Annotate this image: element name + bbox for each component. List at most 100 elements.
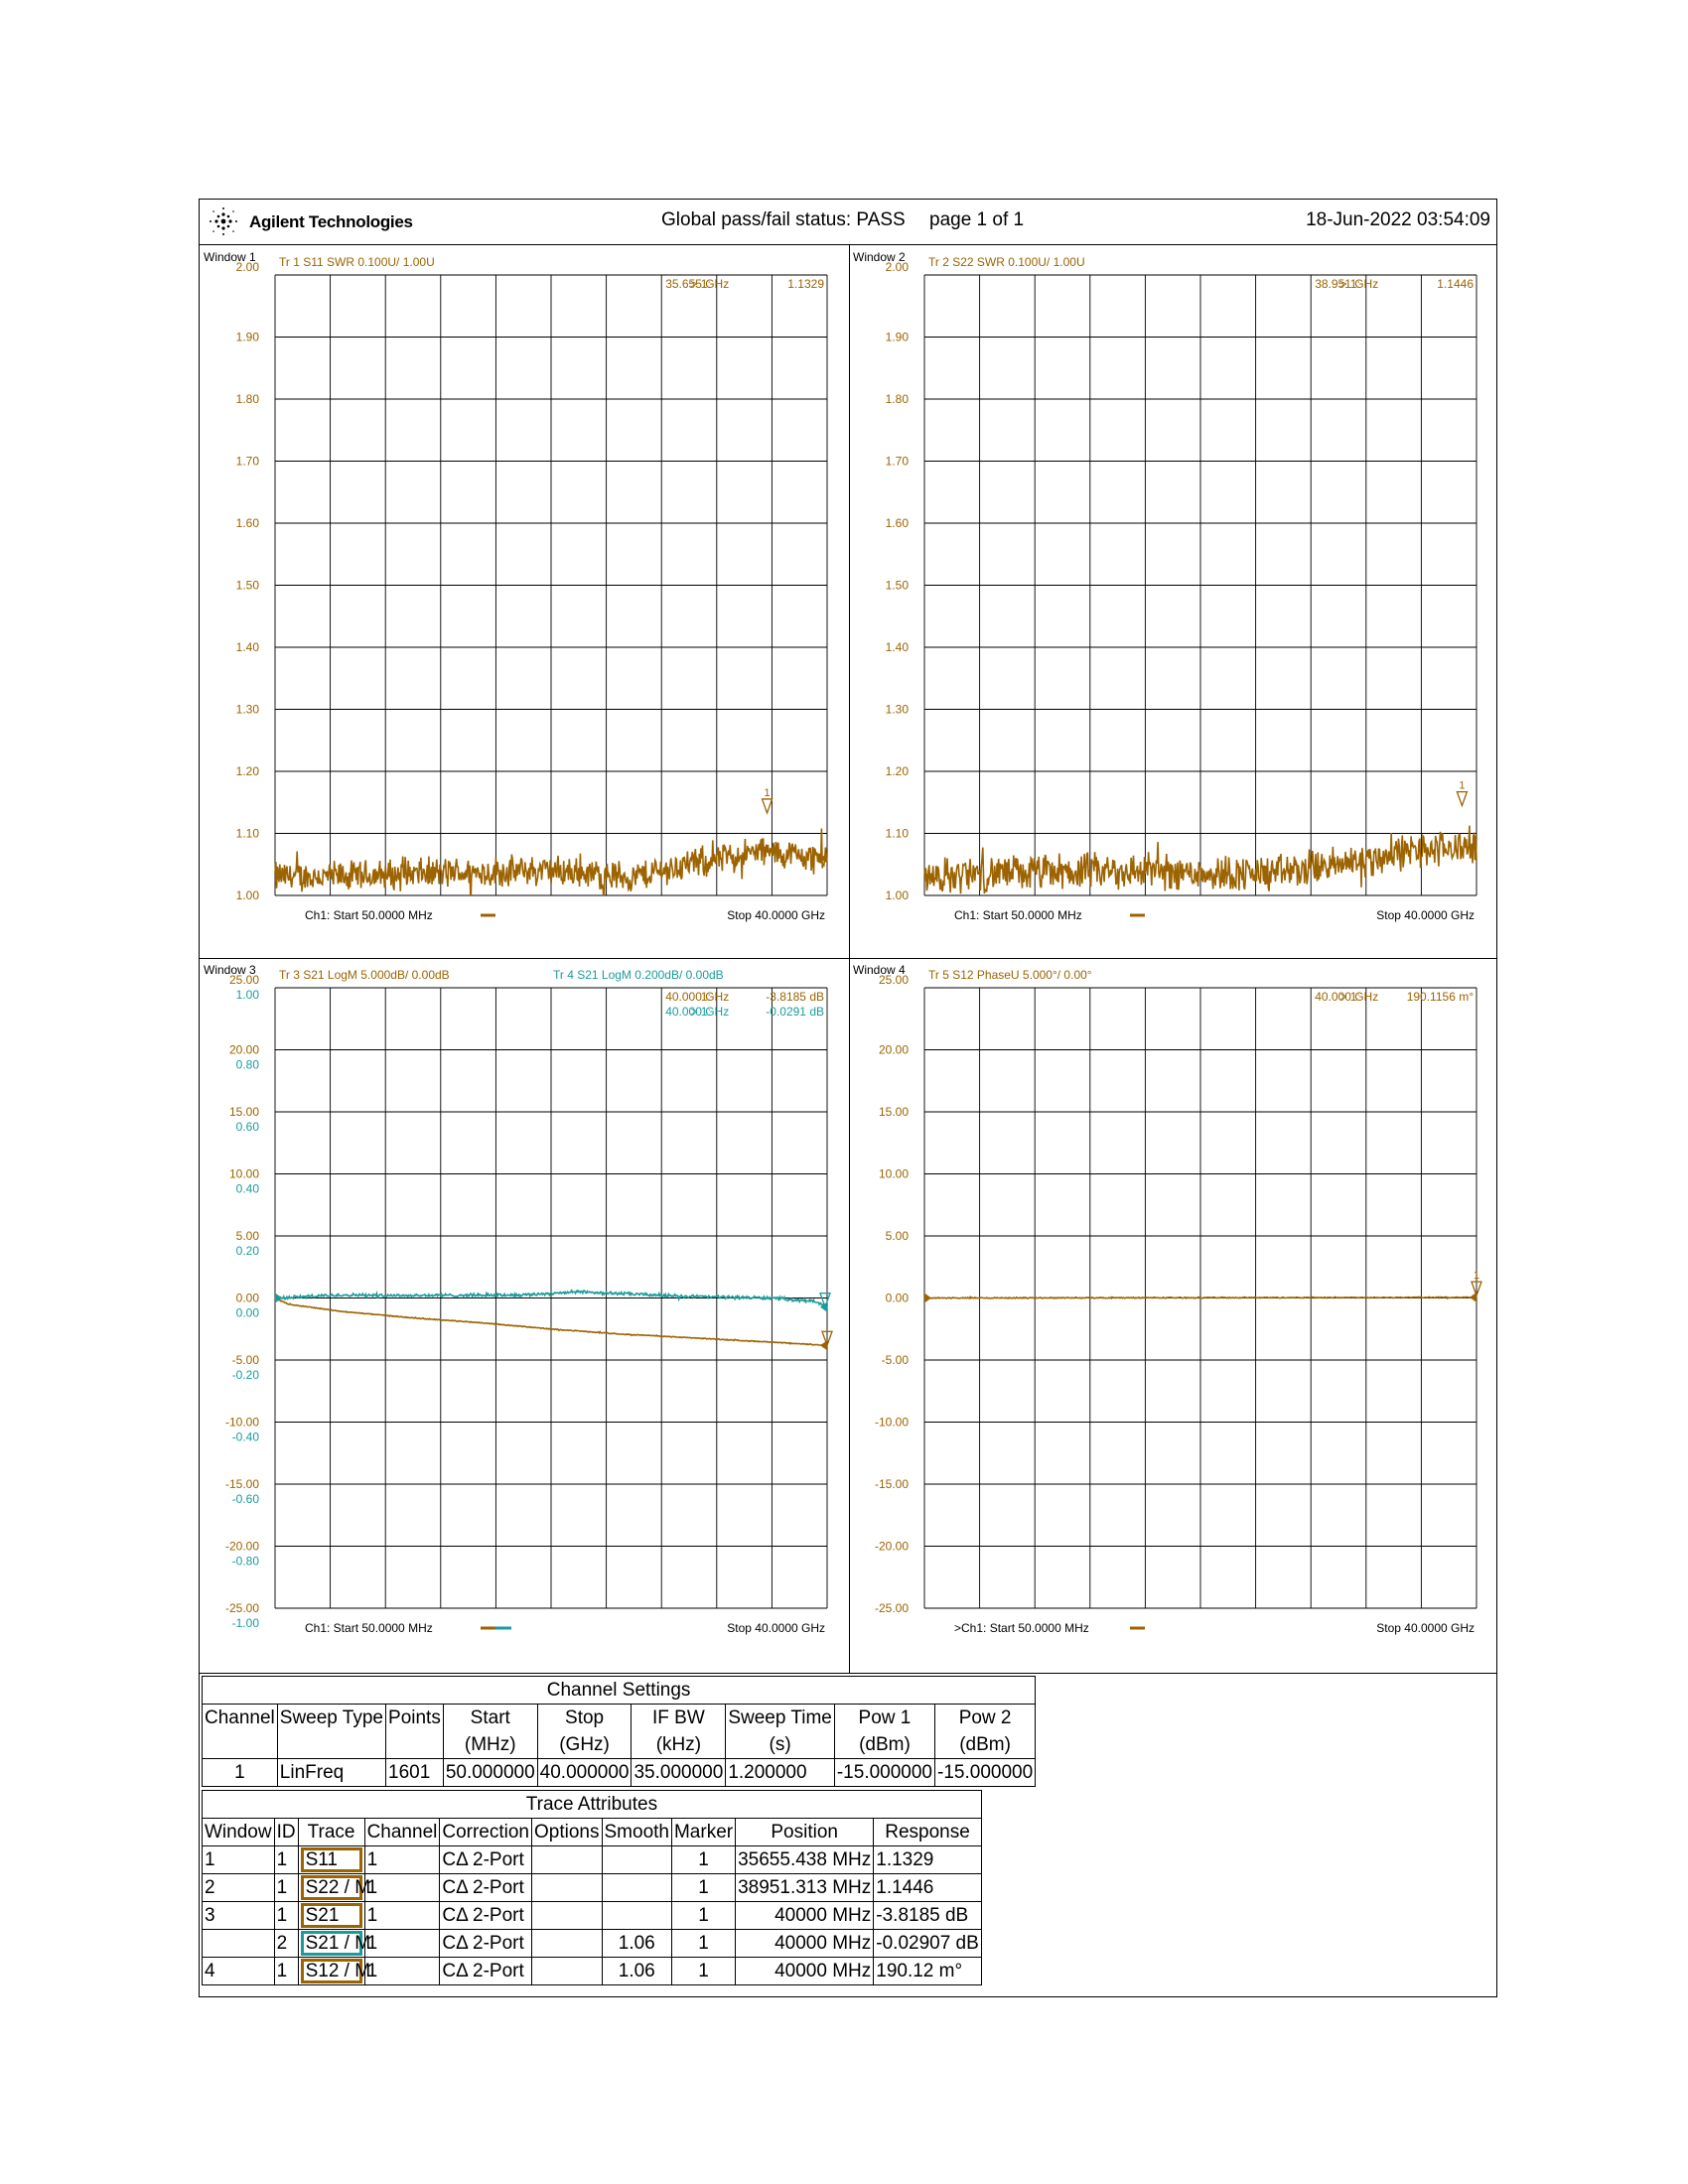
trace-attributes-cell: CΔ 2-Port (439, 1957, 533, 1985)
y-tick-label: 0.00 (886, 1292, 910, 1305)
y-tick-label-secondary: 0.00 (236, 1306, 260, 1320)
trace-attributes-cell (531, 1901, 603, 1930)
channel-settings-cell: LinFreq (276, 1758, 387, 1787)
y-tick-label: 1.30 (236, 703, 260, 717)
trace-attributes-cell: 1 (670, 1957, 737, 1985)
channel-settings-header: Channel (202, 1704, 278, 1731)
trace-attributes-cell: CΔ 2-Port (439, 1929, 533, 1958)
trace-attributes-header: Response (873, 1818, 982, 1846)
channel-settings-unit: (GHz) (536, 1731, 633, 1759)
trace-attributes-cell (531, 1957, 603, 1985)
y-tick-label: 1.40 (236, 640, 260, 654)
trace-attributes-cell (531, 1929, 603, 1958)
trace-attributes-header: Correction (439, 1818, 533, 1846)
trace-attributes-cell: 1 (363, 1901, 441, 1930)
marker-readout-value: 1.1446 (1437, 277, 1474, 291)
y-tick-label: 1.80 (886, 392, 910, 406)
trace-attributes-cell (601, 1901, 672, 1930)
brand-name: Agilent Technologies (249, 212, 413, 231)
page-indicator: page 1 of 1 (929, 209, 1025, 230)
y-tick-label-secondary: 0.60 (236, 1120, 260, 1134)
trace-attributes-cell: 2 (273, 1929, 299, 1958)
channel-settings-header: Points (385, 1704, 444, 1731)
y-tick-label: 10.00 (879, 1167, 909, 1181)
marker-readout-freq: 38.951 GHz (1315, 277, 1378, 291)
channel-settings-cell: 35.000000 (631, 1758, 727, 1787)
trace-attributes-cell: CΔ 2-Port (439, 1845, 533, 1874)
sweep-start-label: Ch1: Start 50.0000 MHz (305, 1621, 433, 1635)
y-tick-label: -20.00 (225, 1540, 259, 1554)
trace-attributes-header: Window (202, 1818, 275, 1846)
y-tick-label: 1.90 (236, 331, 260, 344)
trace-attributes-cell: 1.06 (601, 1957, 672, 1985)
trace-attributes-cell: 1.1446 (873, 1873, 982, 1902)
channel-settings-cell: 1601 (385, 1758, 444, 1787)
marker-1-id: 1 (1474, 1270, 1479, 1282)
y-tick-label-secondary: 0.80 (236, 1058, 260, 1072)
sweep-stop-label: Stop 40.0000 GHz (1376, 1621, 1475, 1635)
pass-fail-status: Global pass/fail status: PASS (661, 209, 906, 230)
trace-attributes-cell: 1 (670, 1845, 737, 1874)
trace-attributes-title: Trace Attributes (202, 1790, 982, 1819)
trace-attributes-cell: 1 (273, 1845, 299, 1874)
y-tick-label: 1.30 (886, 703, 910, 717)
trace-name-box: S12 / M (300, 1959, 370, 1983)
trace-attributes-cell: -3.8185 dB (873, 1901, 982, 1930)
table-row: 2 S21 / M 1 CΔ 2-Port 1.06 1 40000 MHz -0.02907… (202, 1929, 982, 1958)
trace-attributes-header: Smooth (601, 1818, 672, 1846)
y-tick-label: 25.00 (879, 973, 909, 987)
report-datetime: 18-Jun-2022 03:54:09 (1306, 209, 1490, 230)
trace-attributes-cell: 190.12 m° (873, 1957, 982, 1985)
sweep-start-label: >Ch1: Start 50.0000 MHz (954, 1621, 1089, 1635)
marker-readout-value: 1.1329 (787, 277, 824, 291)
trace-attributes-cell (531, 1873, 603, 1902)
trace-attributes-cell: 1 (363, 1929, 441, 1958)
channel-settings-header: Stop (536, 1704, 633, 1731)
channel-settings-header: Pow 1 (833, 1704, 936, 1731)
trace-attributes-cell: 40000 MHz (735, 1929, 875, 1958)
trace-attributes-cell: 1.06 (601, 1929, 672, 1958)
channel-settings-unit (385, 1731, 444, 1759)
window-3-chart: Window 325.0020.0015.0010.005.000.00-5.0… (204, 963, 833, 1635)
channel-settings-cell: 1.200000 (725, 1758, 835, 1787)
trace-attributes-cell (601, 1845, 672, 1874)
plot-grid (923, 274, 1477, 896)
marker-1-id: 1 (1459, 780, 1465, 792)
y-tick-label: 1.10 (886, 827, 910, 841)
y-tick-label: 5.00 (886, 1229, 910, 1243)
y-tick-label: 2.00 (886, 260, 910, 274)
y-tick-label-secondary: -0.80 (232, 1555, 260, 1569)
y-tick-label: 1.10 (236, 827, 260, 841)
trace-attributes-cell: 1 (670, 1929, 737, 1958)
sweep-stop-label: Stop 40.0000 GHz (727, 1621, 825, 1635)
trace-attributes-header: Position (735, 1818, 875, 1846)
channel-settings-header: Sweep Time (725, 1704, 835, 1731)
trace-attributes-cell: 35655.438 MHz (735, 1845, 875, 1874)
table-row: 1 1 S11 1 CΔ 2-Port 1 35655.438 MHz 1.1329 (202, 1845, 982, 1874)
trace-attributes-cell: 1 (363, 1845, 441, 1874)
trace-label: Tr 1 S11 SWR 0.100U/ 1.00U (279, 255, 435, 269)
y-tick-label: 1.60 (886, 516, 910, 530)
marker-readout-freq: 40.000 GHz (665, 990, 729, 1004)
y-tick-label: 20.00 (879, 1043, 909, 1057)
trace-attributes-cell: 1 (670, 1901, 737, 1930)
channel-settings-cell: 50.000000 (442, 1758, 538, 1787)
trace-attributes-cell: CΔ 2-Port (439, 1873, 533, 1902)
y-tick-label: 1.00 (886, 888, 910, 902)
channel-settings-cell: -15.000000 (934, 1758, 1037, 1787)
sweep-start-label: Ch1: Start 50.0000 MHz (954, 908, 1082, 922)
y-tick-label: -25.00 (875, 1601, 909, 1615)
trace-attributes-header: Marker (670, 1818, 737, 1846)
trace-attributes-table: Trace Attributes Window ID Trace Channel Cor… (202, 1790, 982, 1985)
table-row: 4 1 S12 / M 1 CΔ 2-Port 1.06 1 40000 MHz 190.12 … (202, 1957, 982, 1985)
trace-label-secondary: Tr 4 S21 LogM 0.200dB/ 0.00dB (553, 968, 724, 982)
y-tick-label-secondary: 0.20 (236, 1244, 260, 1258)
marker-1 (761, 798, 774, 815)
marker-1 (1456, 790, 1469, 808)
trace-attributes-cell: 1 (202, 1845, 275, 1874)
y-tick-label: 1.80 (236, 392, 260, 406)
channel-settings-unit: (s) (725, 1731, 835, 1759)
channel-settings-unit: (dBm) (934, 1731, 1037, 1759)
channel-settings-unit (202, 1731, 278, 1759)
trace-attributes-cell: 40000 MHz (735, 1901, 875, 1930)
